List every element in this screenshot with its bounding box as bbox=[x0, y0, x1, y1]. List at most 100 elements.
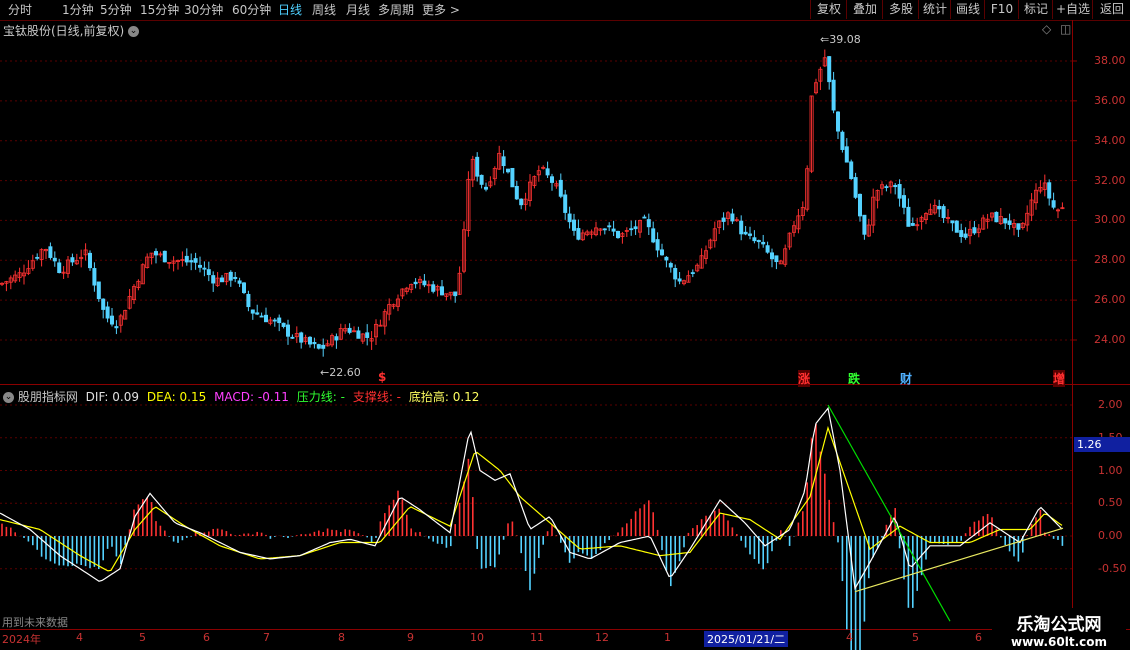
watermark: 乐淘公式网 www.60lt.com bbox=[992, 608, 1126, 650]
candle-body bbox=[453, 291, 458, 297]
indicator-tick-label: 2.00 bbox=[1098, 398, 1123, 411]
candle-body bbox=[88, 252, 93, 269]
candle-body bbox=[607, 225, 612, 228]
indicator-tick-label: -0.50 bbox=[1098, 561, 1127, 575]
candle-body bbox=[219, 277, 224, 283]
candle-body bbox=[937, 205, 942, 210]
candle-body bbox=[312, 341, 317, 345]
candle-body bbox=[307, 336, 312, 345]
event-tag-rise[interactable]: 涨 bbox=[798, 370, 811, 387]
candle-body bbox=[906, 206, 911, 227]
chevron-down-icon[interactable]: ⌄ bbox=[3, 392, 14, 403]
candle-body bbox=[655, 239, 660, 251]
x-label-jul: 7 bbox=[263, 631, 270, 644]
candle-body bbox=[101, 298, 106, 310]
candle-body bbox=[162, 250, 167, 263]
candle-body bbox=[519, 198, 524, 206]
candle-body bbox=[558, 179, 563, 197]
candle-body bbox=[228, 271, 233, 281]
candle-body bbox=[743, 231, 748, 235]
candle-body bbox=[365, 332, 370, 338]
x-label-oct: 10 bbox=[470, 631, 484, 644]
candle-body bbox=[475, 156, 480, 177]
candle-body bbox=[673, 267, 678, 280]
x-label-jun2: 6 bbox=[975, 631, 982, 644]
price-tick-label: 26.00 bbox=[1094, 293, 1126, 307]
candle-body bbox=[237, 280, 242, 284]
event-tag-increase[interactable]: 增 bbox=[1053, 370, 1066, 387]
x-label-apr2: 4 bbox=[846, 631, 853, 644]
candle-body bbox=[756, 240, 761, 243]
candle-body bbox=[651, 228, 656, 243]
dea-line bbox=[0, 425, 1063, 572]
x-label-dec: 12 bbox=[595, 631, 609, 644]
price-tick-label: 38.00 bbox=[1094, 54, 1126, 67]
candle-body bbox=[849, 161, 854, 179]
indicator-name: 股朋指标网 bbox=[17, 390, 78, 404]
event-tag-dividend[interactable]: $ bbox=[378, 370, 386, 384]
candle-body bbox=[853, 177, 858, 198]
candle-body bbox=[272, 319, 277, 322]
candle-body bbox=[285, 324, 290, 337]
candle-body bbox=[642, 216, 647, 219]
support-line-value: 支撑线: - bbox=[352, 390, 402, 404]
candle-body bbox=[193, 258, 198, 263]
candle-body bbox=[514, 185, 519, 200]
candle-body bbox=[259, 315, 264, 318]
candle-body bbox=[211, 275, 216, 284]
x-label-apr: 4 bbox=[76, 631, 83, 644]
candle-body bbox=[233, 276, 238, 280]
candle-body bbox=[263, 314, 268, 323]
kline-chart[interactable] bbox=[0, 0, 1130, 650]
candle-body bbox=[752, 237, 757, 242]
candle-body bbox=[255, 312, 260, 315]
candle-body bbox=[1003, 218, 1008, 224]
candle-body bbox=[611, 228, 616, 232]
candle-body bbox=[52, 257, 57, 262]
bottom-rise-value: 底抬高: 0.12 bbox=[408, 390, 480, 404]
candle-body bbox=[347, 327, 352, 333]
candle-body bbox=[761, 241, 766, 245]
candle-body bbox=[748, 233, 753, 236]
indicator-tick-label: 0.00 bbox=[1098, 529, 1123, 542]
candle-body bbox=[994, 211, 999, 223]
candle-body bbox=[96, 281, 101, 300]
x-label-nov: 11 bbox=[530, 631, 544, 644]
x-label-2024: 2024年 bbox=[2, 633, 41, 646]
pressure-line-value: 压力线: - bbox=[296, 390, 345, 404]
candle-body bbox=[277, 317, 282, 324]
candle-body bbox=[840, 131, 845, 150]
candle-body bbox=[505, 168, 510, 173]
candle-body bbox=[321, 344, 326, 349]
candle-body bbox=[629, 228, 634, 231]
candle-body bbox=[954, 220, 959, 233]
candle-body bbox=[721, 217, 726, 222]
candle-body bbox=[281, 322, 286, 327]
candle-body bbox=[858, 193, 863, 217]
candle-body bbox=[739, 220, 744, 235]
candle-body bbox=[774, 255, 779, 263]
candle-body bbox=[246, 293, 251, 308]
current-value-badge: 1.26 bbox=[1074, 437, 1130, 452]
candle-body bbox=[862, 214, 867, 235]
x-cursor-date: 2025/01/21/二 bbox=[704, 631, 789, 647]
candle-body bbox=[827, 56, 832, 83]
candle-body bbox=[646, 219, 651, 228]
candle-body bbox=[439, 286, 444, 296]
candle-body bbox=[576, 228, 581, 240]
candle-body bbox=[572, 219, 577, 231]
price-tick-label: 36.00 bbox=[1094, 93, 1126, 107]
candle-body bbox=[290, 336, 295, 339]
candle-body bbox=[206, 269, 211, 276]
candle-body bbox=[550, 176, 555, 183]
candle-body bbox=[910, 223, 915, 226]
event-tag-finance[interactable]: 财 bbox=[900, 370, 912, 387]
dif-line bbox=[0, 406, 1063, 591]
candle-body bbox=[202, 267, 207, 270]
candle-body bbox=[567, 213, 572, 223]
x-label-sep: 9 bbox=[407, 631, 414, 644]
candle-body bbox=[1016, 223, 1021, 230]
candle-body bbox=[633, 226, 638, 230]
indicator-title-bar: ⌄ 股朋指标网 DIF: 0.09 DEA: 0.15 MACD: -0.11 … bbox=[3, 388, 479, 405]
event-tag-fall[interactable]: 跌 bbox=[848, 370, 860, 387]
